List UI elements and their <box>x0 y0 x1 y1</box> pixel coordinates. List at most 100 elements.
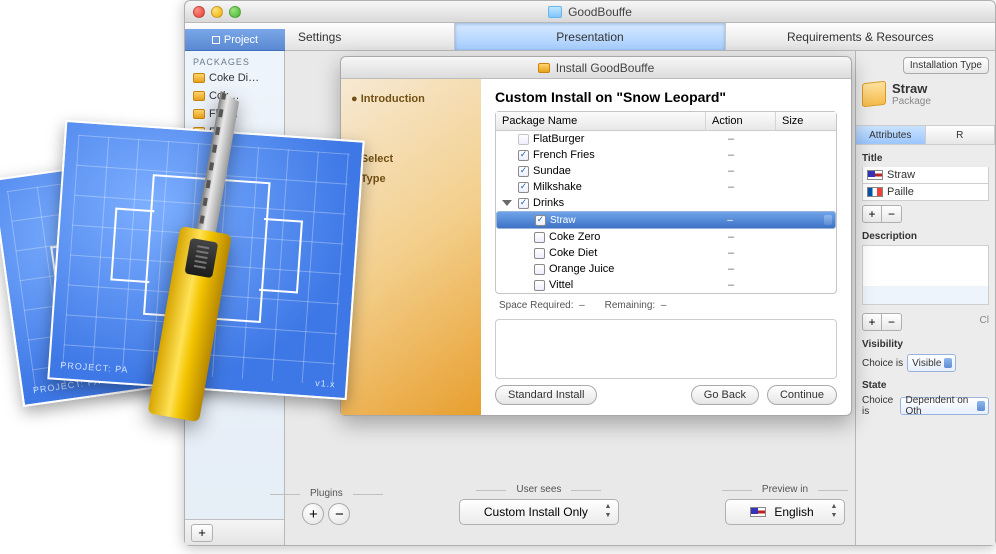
user-sees-select[interactable]: Custom Install Only ▲▼ <box>459 499 619 525</box>
remove-plugin-button[interactable]: − <box>328 503 350 525</box>
package-item[interactable]: Fre… <box>185 123 284 141</box>
package-name: Milkshake <box>533 181 692 193</box>
package-row[interactable]: Coke Diet– <box>496 245 836 261</box>
package-action: – <box>695 215 765 226</box>
installer-heading: Custom Install on "Snow Leopard" <box>495 89 837 105</box>
inspector-tab-r[interactable]: R <box>926 126 996 144</box>
installer-titlebar: Install GoodBouffe <box>341 57 851 79</box>
package-action: – <box>696 133 766 145</box>
table-header: Package Name Action Size <box>496 112 836 131</box>
package-name: Sundae <box>533 165 692 177</box>
flag-fr-icon <box>867 187 883 197</box>
state-select[interactable]: Dependent on Oth <box>900 397 989 415</box>
clear-button[interactable]: Cl <box>980 315 989 326</box>
checkbox[interactable] <box>518 150 529 161</box>
continue-button[interactable]: Continue <box>767 385 837 405</box>
add-package-button[interactable]: + <box>191 524 213 542</box>
package-icon <box>193 109 205 119</box>
installer-sidebar: ● Introduction n Select n Type <box>341 79 481 415</box>
package-name: Drinks <box>533 197 692 209</box>
checkbox[interactable] <box>534 264 545 275</box>
package-action: – <box>696 263 766 275</box>
package-action: – <box>696 279 766 291</box>
package-action: – <box>696 181 766 193</box>
project-source-tab[interactable]: Project <box>185 29 285 51</box>
inspector-subtitle: Package <box>892 96 931 107</box>
package-name: Straw <box>550 215 691 226</box>
preview-in-label: Preview in <box>752 484 818 495</box>
checkbox[interactable] <box>518 182 529 193</box>
add-locale-button[interactable]: + <box>862 205 882 223</box>
package-item[interactable]: Flat… <box>185 105 284 123</box>
package-row[interactable]: Straw– <box>496 211 836 229</box>
package-row[interactable]: French Fries– <box>496 147 836 163</box>
checkbox[interactable] <box>534 232 545 243</box>
package-row[interactable]: FlatBurger– <box>496 131 836 147</box>
package-action: – <box>696 165 766 177</box>
package-row[interactable]: Orange Juice– <box>496 261 836 277</box>
checkbox[interactable] <box>518 198 529 209</box>
flag-us-icon <box>867 170 883 180</box>
installation-type-button[interactable]: Installation Type <box>903 57 989 74</box>
preview-language-select[interactable]: English ▲▼ <box>725 499 845 525</box>
description-table[interactable] <box>862 245 989 305</box>
space-row: Space Required: – Remaining: – <box>495 294 837 317</box>
package-name: French Fries <box>533 149 692 161</box>
package-name: FlatBurger <box>533 133 692 145</box>
package-item[interactable]: Coke Di… <box>185 69 284 87</box>
state-label: State <box>862 380 989 391</box>
project-icon <box>212 36 220 44</box>
description-area <box>495 319 837 379</box>
package-icon <box>193 127 205 137</box>
installer-icon <box>538 63 550 73</box>
checkbox[interactable] <box>534 248 545 259</box>
checkbox[interactable] <box>518 166 529 177</box>
disclosure-triangle-icon[interactable] <box>502 200 512 206</box>
package-action: – <box>696 149 766 161</box>
title-locale-row[interactable]: Straw <box>862 167 989 184</box>
inspector-tab-attributes[interactable]: Attributes <box>856 126 926 144</box>
add-plugin-button[interactable]: + <box>302 503 324 525</box>
packages-header: PACKAGES <box>185 51 284 69</box>
title-locale-row[interactable]: Paille <box>862 184 989 201</box>
add-description-button[interactable]: + <box>862 313 882 331</box>
package-row[interactable]: Milkshake– <box>496 179 836 195</box>
stepper-icon: ▲▼ <box>602 503 614 521</box>
user-sees-label: User sees <box>506 484 571 495</box>
package-name: Coke Zero <box>549 231 692 243</box>
package-icon <box>193 73 205 83</box>
package-box-icon <box>862 81 886 108</box>
tab-requirements[interactable]: Requirements & Resources <box>726 23 995 50</box>
plugins-label: Plugins <box>300 488 353 499</box>
package-row[interactable]: Coke Zero– <box>496 229 836 245</box>
folder-icon <box>548 6 562 18</box>
package-icon <box>193 91 205 101</box>
tab-presentation[interactable]: Presentation <box>455 23 725 50</box>
title-label: Title <box>862 153 989 164</box>
inspector-pane: Installation Type Straw Package Attribut… <box>855 51 995 545</box>
packages-sidebar: PACKAGES Coke Di… Cok… Flat… Fre… + <box>185 51 285 545</box>
checkbox[interactable] <box>535 215 546 226</box>
remove-description-button[interactable]: − <box>882 313 902 331</box>
package-row[interactable]: Vittel– <box>496 277 836 293</box>
go-back-button[interactable]: Go Back <box>691 385 759 405</box>
visibility-select[interactable]: Visible <box>907 354 956 372</box>
visibility-label: Visibility <box>862 339 989 350</box>
titlebar: GoodBouffe <box>185 1 995 23</box>
package-action: – <box>696 247 766 259</box>
stepper-icon: ▲▼ <box>828 503 840 521</box>
main-tabs: Settings Presentation Requirements & Res… <box>185 23 995 51</box>
installer-preview-window: Install GoodBouffe ● Introduction n Sele… <box>340 56 852 416</box>
package-row[interactable]: Drinks <box>496 195 836 211</box>
standard-install-button[interactable]: Standard Install <box>495 385 597 405</box>
package-item[interactable]: Cok… <box>185 87 284 105</box>
remove-locale-button[interactable]: − <box>882 205 902 223</box>
checkbox[interactable] <box>534 280 545 291</box>
bottom-controls: Plugins + − User sees Custom Install Onl… <box>300 484 845 525</box>
package-row[interactable]: Sundae– <box>496 163 836 179</box>
package-name: Coke Diet <box>549 247 692 259</box>
package-action: – <box>696 231 766 243</box>
package-name: Vittel <box>549 279 692 291</box>
checkbox[interactable] <box>518 134 529 145</box>
description-label: Description <box>862 231 989 242</box>
